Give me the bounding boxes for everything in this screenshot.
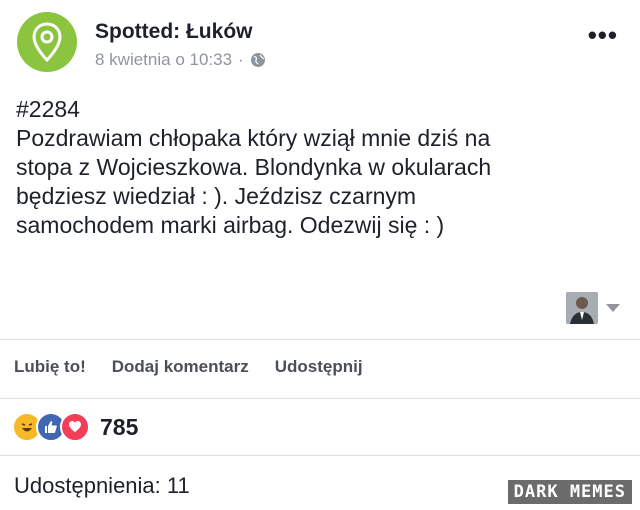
- more-options-button[interactable]: •••: [588, 22, 618, 48]
- reactions-summary[interactable]: 785: [12, 412, 138, 442]
- comment-button[interactable]: Dodaj komentarz: [112, 357, 249, 377]
- love-icon: [60, 412, 90, 442]
- post-text: #2284 Pozdrawiam chłopaka który wziął mn…: [16, 95, 616, 240]
- post-as-selector[interactable]: [566, 292, 620, 324]
- post-line: #2284: [16, 96, 80, 122]
- post-meta: 8 kwietnia o 10:33 ·: [95, 50, 266, 70]
- user-avatar: [566, 292, 598, 324]
- post-header: Spotted: Łuków 8 kwietnia o 10:33 · •••: [0, 0, 640, 80]
- share-button[interactable]: Udostępnij: [275, 357, 363, 377]
- post-line: samochodem marki airbag. Odezwij się : ): [16, 212, 445, 238]
- post-actions: Lubię to! Dodaj komentarz Udostępnij: [14, 357, 363, 377]
- post-line: stopa z Wojcieszkowa. Blondynka w okular…: [16, 154, 492, 180]
- post-line: będziesz wiedział : ). Jeździsz czarnym: [16, 183, 417, 209]
- page-avatar[interactable]: [17, 12, 77, 72]
- reactions-count: 785: [100, 413, 139, 440]
- divider: [0, 339, 640, 340]
- shares-count[interactable]: Udostępnienia: 11: [14, 473, 190, 499]
- divider: [0, 398, 640, 399]
- page-name[interactable]: Spotted: Łuków: [95, 20, 252, 44]
- like-button[interactable]: Lubię to!: [14, 357, 86, 377]
- watermark-logo: DARK MEMES: [507, 480, 632, 504]
- post-line: Pozdrawiam chłopaka który wziął mnie dzi…: [16, 125, 491, 151]
- divider: [0, 455, 640, 456]
- map-pin-icon: [32, 22, 62, 62]
- meta-separator: ·: [238, 50, 244, 69]
- chevron-down-icon[interactable]: [606, 304, 620, 312]
- post-timestamp[interactable]: 8 kwietnia o 10:33: [95, 50, 232, 70]
- globe-icon[interactable]: [250, 52, 266, 68]
